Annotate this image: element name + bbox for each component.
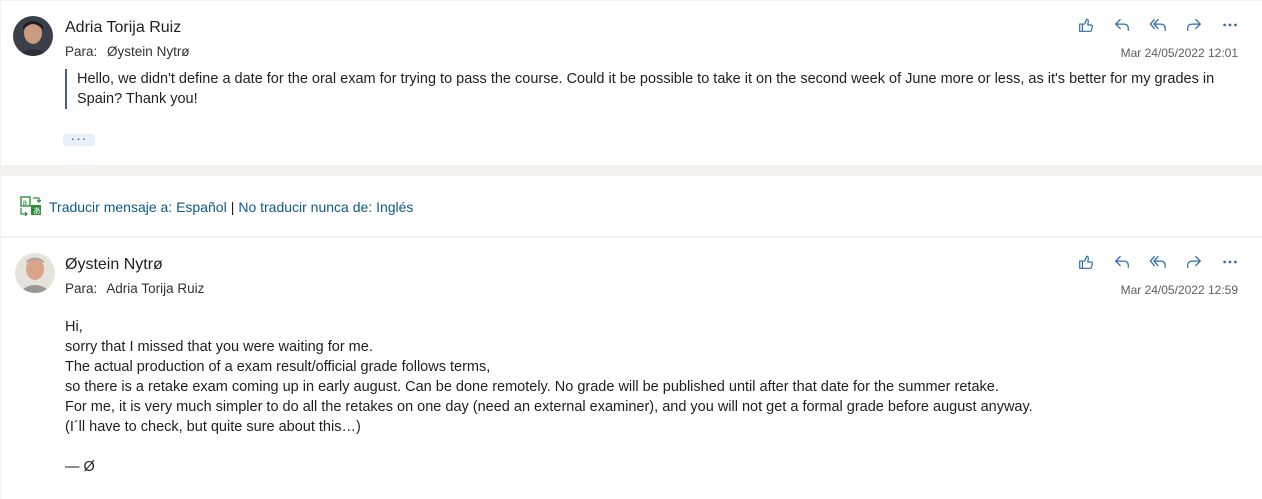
body-line: Hi, <box>65 319 83 335</box>
message-card-1: Adria Torija Ruiz Para: Øystein Nytrø Ma… <box>1 1 1262 165</box>
forward-button[interactable] <box>1176 11 1212 39</box>
never-translate-link[interactable]: No traducir nunca de: Inglés <box>238 199 413 215</box>
recipient-name[interactable]: Adria Torija Ruiz <box>106 281 204 296</box>
like-icon <box>1079 255 1093 269</box>
avatar-adria <box>13 16 53 56</box>
to-label: Para: <box>65 44 98 59</box>
signature: — Ø <box>65 459 95 475</box>
sender-name: Øystein Nytrø <box>65 256 163 273</box>
svg-text:あ: あ <box>33 207 41 216</box>
forward-icon <box>1187 18 1201 32</box>
sender-name: Adria Torija Ruiz <box>65 19 182 36</box>
reply-icon <box>1115 255 1129 269</box>
reply-icon <box>1115 18 1129 32</box>
message-date: Mar 24/05/2022 12:01 <box>1120 46 1238 60</box>
reply-button[interactable] <box>1104 11 1140 39</box>
translation-links: Traducir mensaje a: Español | No traducir … <box>49 199 413 215</box>
reply-all-icon <box>1149 255 1166 269</box>
like-icon <box>1079 18 1093 32</box>
show-more-button[interactable]: ··· <box>63 131 95 146</box>
message-actions <box>1068 248 1248 276</box>
translate-icon: a あ <box>20 196 42 216</box>
like-button[interactable] <box>1068 248 1104 276</box>
translate-message-link[interactable]: Traducir mensaje a: Español <box>49 199 227 215</box>
to-label: Para: <box>65 281 98 296</box>
body-line: The actual production of a exam result/o… <box>65 359 491 375</box>
recipient-line: Para: Øystein Nytrø <box>65 44 190 59</box>
reply-all-button[interactable] <box>1140 248 1176 276</box>
reply-button[interactable] <box>1104 248 1140 276</box>
body-line: For me, it is very much simpler to do al… <box>65 399 1033 415</box>
reply-all-button[interactable] <box>1140 11 1176 39</box>
body-line: sorry that I missed that you were waitin… <box>65 339 373 355</box>
translation-bar: a あ Traducir mensaje a: Español | No tradu… <box>1 176 1262 236</box>
message-actions <box>1068 11 1248 39</box>
more-icon <box>1223 23 1237 27</box>
reply-all-icon <box>1149 18 1166 32</box>
recipient-line: Para: Adria Torija Ruiz <box>65 281 204 296</box>
forward-button[interactable] <box>1176 248 1212 276</box>
body-line: (I´ll have to check, but quite sure abou… <box>65 419 361 435</box>
more-actions-button[interactable] <box>1212 11 1248 39</box>
recipient-name[interactable]: Øystein Nytrø <box>107 44 190 59</box>
link-separator: | <box>230 199 235 215</box>
forward-icon <box>1187 255 1201 269</box>
more-actions-button[interactable] <box>1212 248 1248 276</box>
message-date: Mar 24/05/2022 12:59 <box>1120 283 1238 297</box>
svg-text:a: a <box>23 198 28 207</box>
message-body: Hello, we didn't define a date for the o… <box>65 69 1252 109</box>
like-button[interactable] <box>1068 11 1104 39</box>
body-line: so there is a retake exam coming up in e… <box>65 379 999 395</box>
avatar-oystein <box>15 253 55 293</box>
message-card-2: Øystein Nytrø Para: Adria Torija Ruiz Ma… <box>1 238 1262 499</box>
more-icon <box>1223 260 1237 264</box>
body-line <box>65 437 1245 457</box>
message-body: Hi, sorry that I missed that you were wa… <box>65 317 1245 477</box>
